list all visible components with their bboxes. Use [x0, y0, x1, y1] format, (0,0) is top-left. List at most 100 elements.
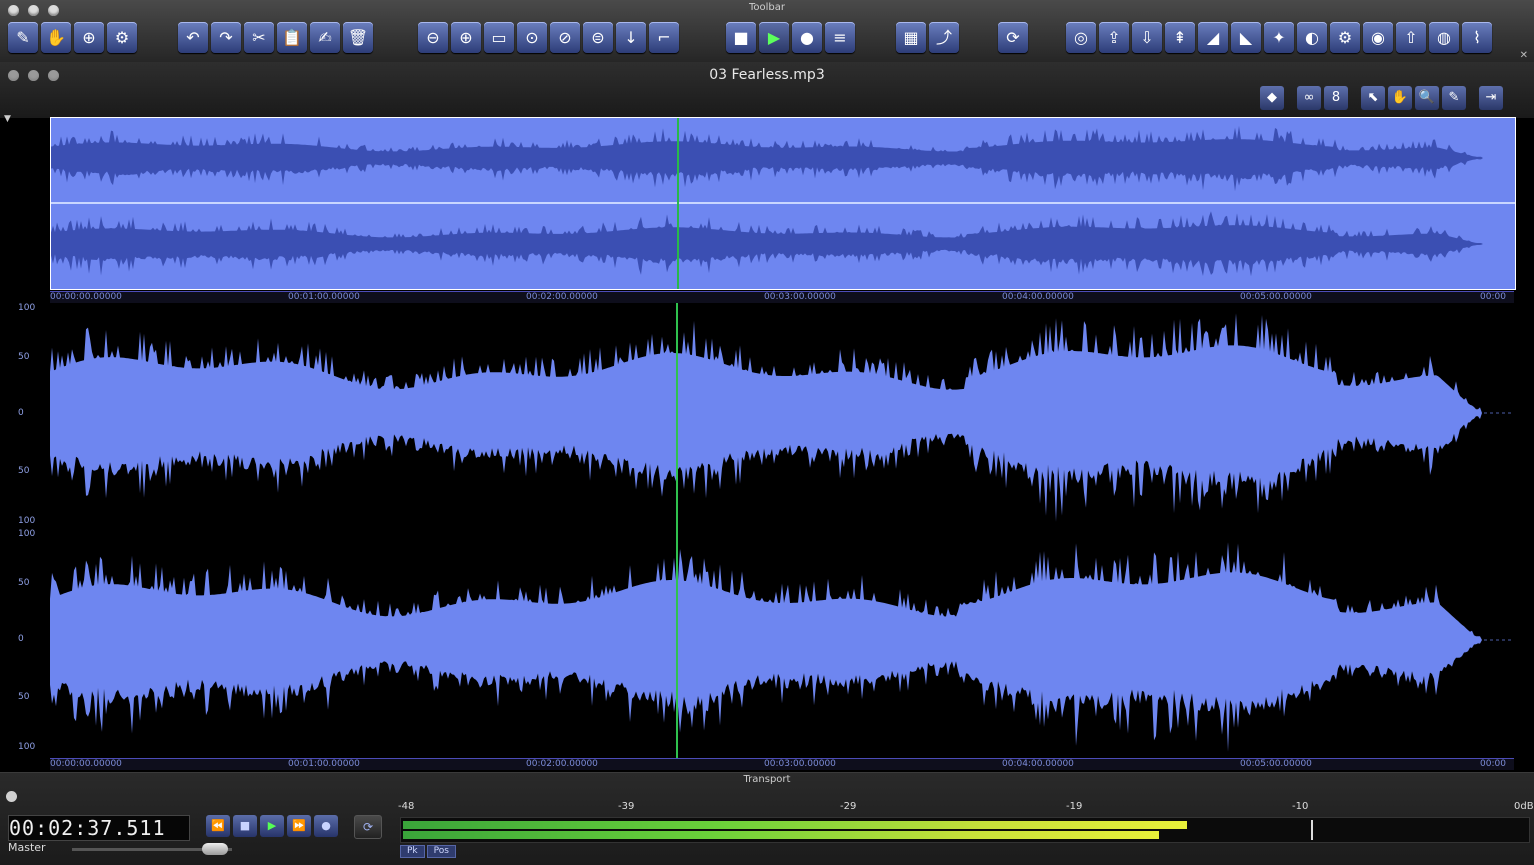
- stop-button[interactable]: ■: [233, 815, 257, 837]
- toolbar-button-3-8[interactable]: ⌐: [649, 22, 679, 53]
- toolbar-button-7-2[interactable]: ⇪: [1099, 22, 1129, 53]
- toolbar-button-4-4[interactable]: ≡: [825, 22, 855, 53]
- meter-scale-label: -29: [840, 801, 857, 812]
- toolbar-group-2: ↶ ↷ ✂ 📋 ✍ 🗑: [178, 22, 373, 53]
- toolbar-group-3: ⊖ ⊕ ▭ ⊙ ⊘ ⊜ ↓ ⌐: [418, 22, 679, 53]
- toolbar-button-3-4[interactable]: ⊙: [517, 22, 547, 53]
- record-button[interactable]: ●: [314, 815, 338, 837]
- toolbar-button-7-13[interactable]: ⌇: [1462, 22, 1492, 53]
- overview-waveform[interactable]: [50, 117, 1516, 290]
- meter-scale-label: 0dB: [1514, 801, 1534, 812]
- amplitude-label: 0: [18, 634, 24, 644]
- ruler-tick-label: 00:05:00.00000: [1240, 292, 1312, 302]
- main-time-ruler[interactable]: 00:00:00.00000 00:01:00.00000 00:02:00.000…: [50, 758, 1514, 770]
- view-tool-7[interactable]: ✎: [1442, 86, 1466, 110]
- toolbar-button-1-3[interactable]: ⊕: [74, 22, 104, 53]
- toolbar-button-7-8[interactable]: ◐: [1297, 22, 1327, 53]
- meter-tab[interactable]: Pos: [426, 845, 456, 858]
- play-button[interactable]: ▶: [260, 815, 284, 837]
- toolbar-button-7-4[interactable]: ⇞: [1165, 22, 1195, 53]
- toolbar-button-4-1[interactable]: ■: [726, 22, 756, 53]
- overview-time-ruler[interactable]: 00:00:00.00000 00:01:00.00000 00:02:00.000…: [50, 291, 1514, 303]
- toolbar-button-7-9[interactable]: ⚙: [1330, 22, 1360, 53]
- toolbar-button-5-1[interactable]: ▦: [896, 22, 926, 53]
- ruler-tick-label: 00:01:00.00000: [288, 759, 360, 769]
- ruler-tick-label: 00:03:00.00000: [764, 292, 836, 302]
- toolbar-button-7-1[interactable]: ◎: [1066, 22, 1096, 53]
- toolbar-group-7: ◎ ⇪ ⇩ ⇞ ◢ ◣ ✦ ◐ ⚙ ◉ ⇧ ◍ ⌇: [1066, 22, 1492, 53]
- toolbar-button-7-12[interactable]: ◍: [1429, 22, 1459, 53]
- overview-playhead[interactable]: [677, 118, 679, 289]
- ruler-tick-label: 00:04:00.00000: [1002, 292, 1074, 302]
- main-waveform[interactable]: [50, 303, 1514, 758]
- meter-scale-label: -10: [1292, 801, 1309, 812]
- toolbar-button-7-3[interactable]: ⇩: [1132, 22, 1162, 53]
- toolbar-button-1-4[interactable]: ⚙: [107, 22, 137, 53]
- toolbar-button-7-7[interactable]: ✦: [1264, 22, 1294, 53]
- ruler-tick-label: 00:04:00.00000: [1002, 759, 1074, 769]
- collapse-overview-icon[interactable]: ▼: [4, 114, 11, 124]
- amplitude-label: 50: [18, 352, 30, 362]
- view-tool-6[interactable]: 🔍: [1415, 86, 1439, 110]
- toolbar-button-7-10[interactable]: ◉: [1363, 22, 1393, 53]
- resize-handle-icon[interactable]: ✕: [1520, 50, 1528, 61]
- toolbar-button-2-6[interactable]: 🗑: [343, 22, 373, 53]
- toolbar-button-1-1[interactable]: ✎: [8, 22, 38, 53]
- toolbar-button-7-11[interactable]: ⇧: [1396, 22, 1426, 53]
- toolbar-button-2-1[interactable]: ↶: [178, 22, 208, 53]
- ruler-tick-label: 00:01:00.00000: [288, 292, 360, 302]
- toolbar-button-4-3[interactable]: ●: [792, 22, 822, 53]
- document-title: 03 Fearless.mp3: [709, 67, 825, 83]
- ruler-tick-label: 00:03:00.00000: [764, 759, 836, 769]
- toolbar-button-1-2[interactable]: ✋: [41, 22, 71, 53]
- ruler-tick-label: 00:02:00.00000: [526, 759, 598, 769]
- toolbar-button-2-4[interactable]: 📋: [277, 22, 307, 53]
- view-tools: ◆ ∞ 8 ⬉ ✋ 🔍 ✎ ⇥: [1260, 86, 1503, 110]
- ruler-tick-label: 00:00:00.00000: [50, 292, 122, 302]
- meter-tab[interactable]: Pk: [400, 845, 425, 858]
- master-volume-knob[interactable]: [202, 843, 228, 855]
- ruler-tick-label: 00:05:00.00000: [1240, 759, 1312, 769]
- rewind-button[interactable]: ⏪: [206, 815, 230, 837]
- meter-tabs: Pk Pos: [400, 845, 456, 858]
- waveform-canvas: [50, 313, 1514, 752]
- toolbar-button-3-6[interactable]: ⊜: [583, 22, 613, 53]
- document-header: 03 Fearless.mp3 ◆ ∞ 8 ⬉ ✋ 🔍 ✎ ⇥ ▼: [0, 62, 1534, 124]
- toolbar-button-5-2[interactable]: ⤴: [929, 22, 959, 53]
- transport-close-button[interactable]: [6, 791, 17, 802]
- view-tool-8[interactable]: ⇥: [1479, 86, 1503, 110]
- transport-title: Transport: [743, 774, 791, 785]
- view-tool-3[interactable]: 8: [1324, 86, 1348, 110]
- meter-scale-label: -48: [398, 801, 415, 812]
- meter-peak-marker: [1311, 820, 1313, 840]
- toolbar-button-3-5[interactable]: ⊘: [550, 22, 580, 53]
- toolbar-button-3-7[interactable]: ↓: [616, 22, 646, 53]
- toolbar-window: Toolbar ✎ ✋ ⊕ ⚙ ↶ ↷ ✂ 📋 ✍ 🗑 ⊖ ⊕ ▭ ⊙ ⊘ ⊜ ↓ ⌐ ■ ▶ ● ≡ ▦ ⤴ ⟳ ◎ ⇪ ⇩ ⇞ ◢ ◣ ✦…: [0, 0, 1534, 63]
- toolbar-button-2-3[interactable]: ✂: [244, 22, 274, 53]
- view-tool-2[interactable]: ∞: [1297, 86, 1321, 110]
- transport-window: Transport 00:02:37.511 Master ⏪ ■ ▶ ⏩ ● ⟳ -4…: [0, 772, 1534, 865]
- toolbar-button-2-5[interactable]: ✍: [310, 22, 340, 53]
- view-tool-1[interactable]: ◆: [1260, 86, 1284, 110]
- amplitude-label: 100: [18, 529, 36, 539]
- meter-right-channel: [403, 831, 1159, 839]
- toolbar-button-6-1[interactable]: ⟳: [998, 22, 1028, 53]
- toolbar-button-7-5[interactable]: ◢: [1198, 22, 1228, 53]
- toolbar-button-3-3[interactable]: ▭: [484, 22, 514, 53]
- view-tool-4[interactable]: ⬉: [1361, 86, 1385, 110]
- ruler-tick-label: 00:00: [1480, 292, 1506, 302]
- toolbar-button-3-1[interactable]: ⊖: [418, 22, 448, 53]
- toolbar-button-4-2[interactable]: ▶: [759, 22, 789, 53]
- toolbar-button-3-2[interactable]: ⊕: [451, 22, 481, 53]
- view-tool-5[interactable]: ✋: [1388, 86, 1412, 110]
- loop-button[interactable]: ⟳: [354, 815, 382, 839]
- meter-scale-label: -19: [1066, 801, 1083, 812]
- toolbar-group-1: ✎ ✋ ⊕ ⚙: [8, 22, 137, 53]
- playhead[interactable]: [676, 303, 678, 758]
- toolbar-button-7-6[interactable]: ◣: [1231, 22, 1261, 53]
- fast-forward-button[interactable]: ⏩: [287, 815, 311, 837]
- level-meter: [400, 817, 1530, 843]
- meter-scale-label: -39: [618, 801, 635, 812]
- toolbar-button-2-2[interactable]: ↷: [211, 22, 241, 53]
- overview-channel-left: [51, 125, 1515, 192]
